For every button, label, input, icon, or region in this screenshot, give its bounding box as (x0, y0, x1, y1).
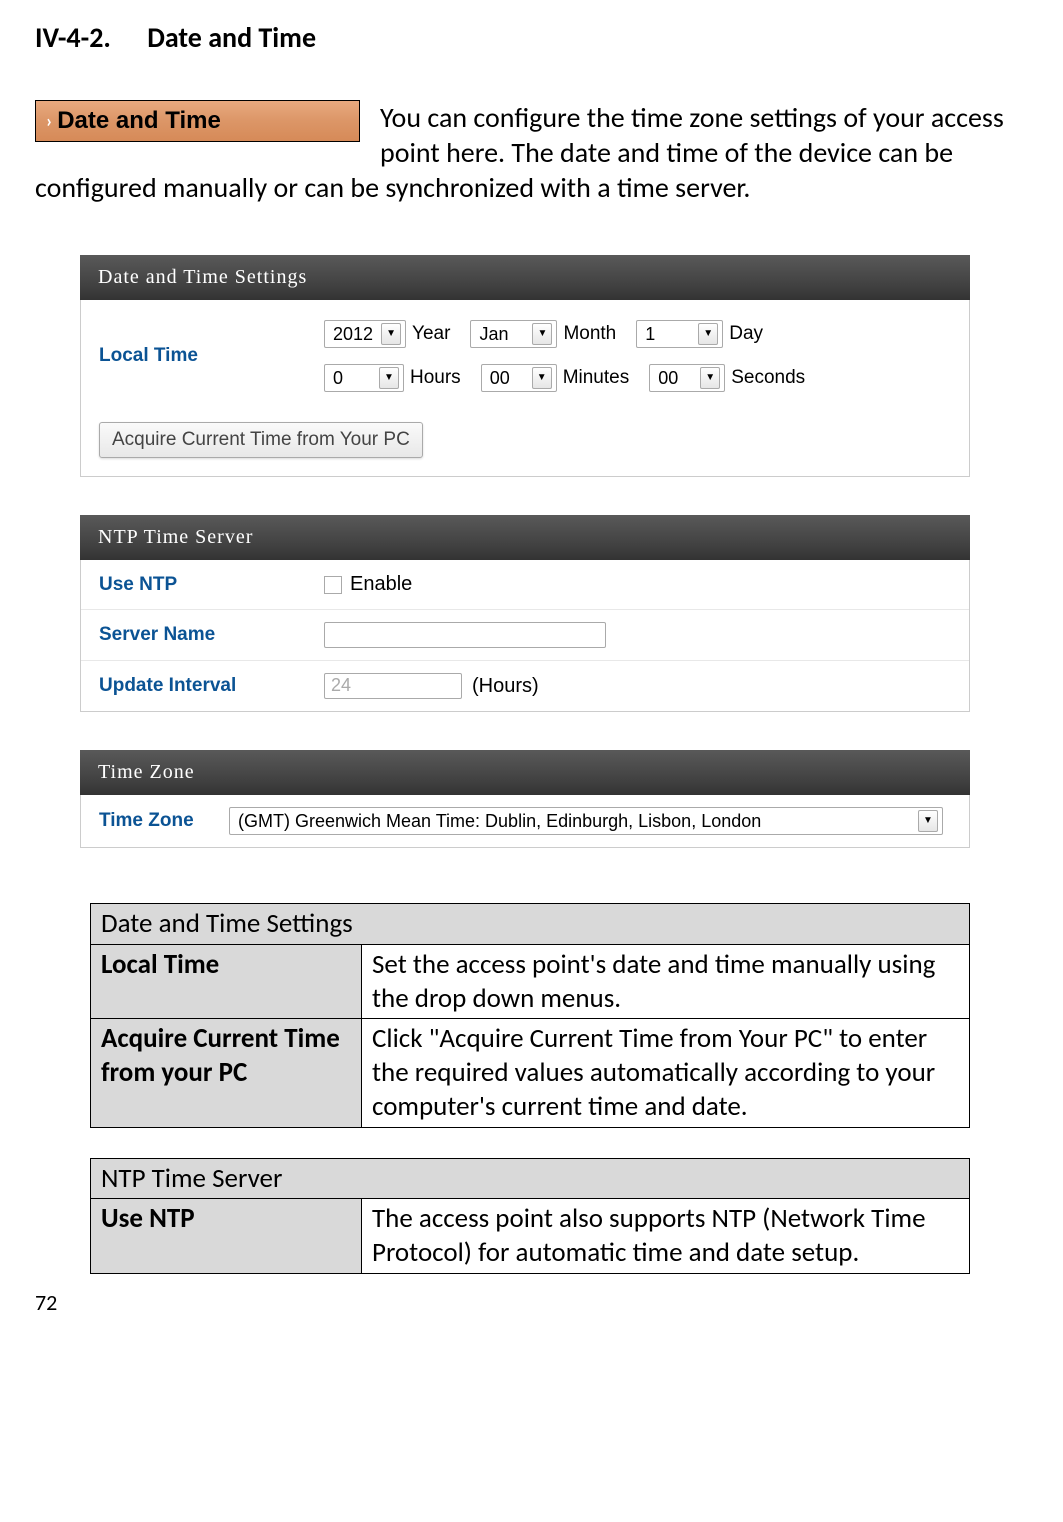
section-heading: IV-4-2. Date and Time (35, 20, 1028, 55)
chevron-down-icon: ▼ (918, 810, 938, 832)
table-value: Set the access point's date and time man… (362, 944, 970, 1019)
section-number: IV-4-2. (35, 20, 111, 55)
table-key: Use NTP (91, 1199, 362, 1274)
date-time-settings-panel: Date and Time Settings Local Time 2012▼ … (80, 255, 970, 477)
day-label: Day (729, 322, 763, 346)
ntp-time-server-panel: NTP Time Server Use NTP Enable Server Na… (80, 515, 970, 712)
enable-ntp-checkbox[interactable] (324, 576, 342, 594)
date-time-description-table: Date and Time Settings Local Time Set th… (90, 903, 970, 1128)
year-select[interactable]: 2012▼ (324, 320, 406, 348)
date-time-tab-badge: › Date and Time (35, 100, 360, 142)
use-ntp-label: Use NTP (99, 573, 324, 597)
table-header: Date and Time Settings (91, 904, 970, 945)
time-zone-select[interactable]: (GMT) Greenwich Mean Time: Dublin, Edinb… (229, 807, 943, 835)
page-number: 72 (35, 1289, 1028, 1317)
enable-label: Enable (350, 572, 412, 597)
panel-header: NTP Time Server (80, 515, 970, 560)
table-value: The access point also supports NTP (Netw… (362, 1199, 970, 1274)
server-name-input[interactable] (324, 622, 606, 648)
seconds-label: Seconds (731, 366, 805, 390)
acquire-time-button[interactable]: Acquire Current Time from Your PC (99, 422, 423, 458)
chevron-down-icon: ▼ (532, 323, 552, 345)
day-select[interactable]: 1▼ (636, 320, 723, 348)
chevron-down-icon: ▼ (532, 367, 552, 389)
chevron-down-icon: ▼ (698, 323, 718, 345)
month-label: Month (563, 322, 616, 346)
year-label: Year (412, 322, 450, 346)
update-interval-label: Update Interval (99, 674, 324, 698)
chevron-down-icon: ▼ (381, 323, 401, 345)
table-key: Local Time (91, 944, 362, 1019)
update-interval-input[interactable]: 24 (324, 673, 462, 699)
table-value: Click "Acquire Current Time from Your PC… (362, 1019, 970, 1127)
hours-unit-label: (Hours) (472, 674, 539, 699)
ntp-description-table: NTP Time Server Use NTP The access point… (90, 1158, 970, 1274)
panel-header: Time Zone (80, 750, 970, 795)
server-name-label: Server Name (99, 623, 324, 647)
time-zone-label: Time Zone (99, 809, 229, 833)
intro-block: › Date and Time You can configure the ti… (35, 100, 1028, 205)
chevron-down-icon: ▼ (700, 367, 720, 389)
badge-label: Date and Time (57, 106, 221, 136)
chevron-down-icon: ▼ (379, 367, 399, 389)
settings-screenshot: Date and Time Settings Local Time 2012▼ … (80, 255, 970, 848)
table-header: NTP Time Server (91, 1158, 970, 1199)
minutes-select[interactable]: 00▼ (481, 364, 557, 392)
hours-select[interactable]: 0▼ (324, 364, 404, 392)
local-time-label: Local Time (99, 344, 324, 368)
minutes-label: Minutes (563, 366, 630, 390)
hours-label: Hours (410, 366, 461, 390)
time-zone-panel: Time Zone Time Zone (GMT) Greenwich Mean… (80, 750, 970, 848)
section-title: Date and Time (147, 20, 316, 55)
table-key: Acquire Current Time from your PC (91, 1019, 362, 1127)
seconds-select[interactable]: 00▼ (649, 364, 725, 392)
chevron-right-icon: › (46, 110, 52, 133)
panel-header: Date and Time Settings (80, 255, 970, 300)
month-select[interactable]: Jan▼ (470, 320, 557, 348)
